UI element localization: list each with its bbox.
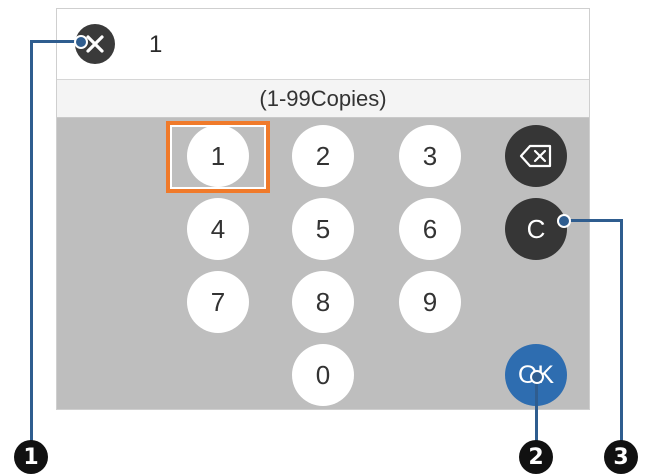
callout-badge-2: 2 [519,440,553,474]
callout-line-3-vertical [620,219,623,442]
key-3[interactable]: 3 [399,125,461,187]
copies-range-label: (1-99Copies) [57,80,589,118]
callout-badge-3: 3 [604,440,638,474]
callout-dot-3 [557,214,571,228]
key-9[interactable]: 9 [399,271,461,333]
callout-line-1-vertical [30,40,33,442]
callout-badge-1: 1 [14,440,48,474]
key-0[interactable]: 0 [292,344,354,406]
callout-line-2 [535,375,538,442]
backspace-button[interactable] [505,125,567,187]
key-6[interactable]: 6 [399,198,461,260]
key-8[interactable]: 8 [292,271,354,333]
callout-dot-2 [530,370,544,384]
key-1[interactable]: 1 [187,125,249,187]
backspace-icon [519,144,552,168]
callout-line-1-horizontal [30,40,80,43]
input-header: 1 [57,9,589,80]
copies-input-screen: 1 (1-99Copies) 1 2 3 4 5 6 C 7 8 9 0 OK [56,8,590,410]
numeric-keypad: 1 2 3 4 5 6 C 7 8 9 0 OK [57,118,589,409]
key-2[interactable]: 2 [292,125,354,187]
callout-line-3-horizontal [563,219,623,222]
clear-button[interactable]: C [505,198,567,260]
close-icon [86,35,104,53]
copies-value-display: 1 [149,31,163,58]
callout-dot-1 [74,35,88,49]
key-7[interactable]: 7 [187,271,249,333]
key-4[interactable]: 4 [187,198,249,260]
key-5[interactable]: 5 [292,198,354,260]
